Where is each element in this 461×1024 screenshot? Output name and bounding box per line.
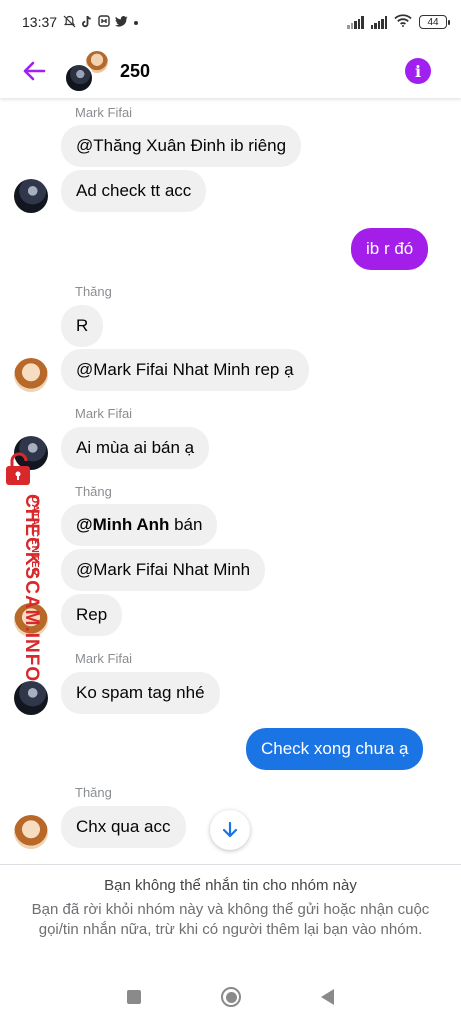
info-icon: i [414,61,422,81]
battery-icon: 44 [419,15,450,29]
status-right-icons: 44 [347,14,450,30]
sender-avatar[interactable] [14,603,48,637]
message-bubble[interactable]: Chx qua acc [61,806,186,848]
notice-title: Bạn không thể nhắn tin cho nhóm này [104,877,357,894]
system-back-button[interactable] [321,989,334,1005]
member-avatar [64,63,94,93]
system-nav-bar [0,970,461,1024]
status-left-icons [63,15,139,30]
status-bar: 13:37 44 [0,0,461,44]
message-bubble[interactable]: Ad check tt acc [61,170,207,212]
sender-avatar[interactable] [14,681,48,715]
scroll-to-bottom-button[interactable] [210,810,250,850]
chat-header: 250 i [0,44,461,98]
notice-description: Bạn đã rời khỏi nhóm này và không thể gử… [31,901,430,938]
message-bubble[interactable]: @Mark Fifai Nhat Minh [61,549,266,591]
arrow-down-icon [222,821,238,838]
signal-icon [347,15,364,29]
dot-icon [133,16,139,28]
sender-name: Mark Fifai [75,105,133,120]
mention[interactable]: @Minh Anh [76,515,169,535]
outgoing-message-bubble[interactable]: Check xong chưa ạ [246,728,424,770]
sender-avatar[interactable] [14,436,48,470]
message-bubble[interactable]: @Minh Anh bán [61,504,218,546]
message-bubble[interactable]: @Mark Fifai Nhat Minh rep ạ [61,349,309,391]
home-button[interactable] [221,987,241,1007]
group-name[interactable]: 250 [120,61,150,82]
signal-icon [370,15,387,29]
sender-avatar[interactable] [14,815,48,849]
sender-name: Mark Fifai [75,651,133,666]
info-button[interactable]: i [405,58,431,84]
message-bubble[interactable]: @Thăng Xuân Đinh ib riêng [61,125,302,167]
back-button[interactable] [14,51,54,91]
message-bubble[interactable]: Ai mùa ai bán ạ [61,427,210,469]
battery-level: 44 [427,16,439,28]
twitter-icon [115,15,128,29]
sender-name: Thăng [75,785,112,800]
message-bubble[interactable]: Rep [61,594,123,636]
arrow-left-icon [23,61,46,81]
message-text: bán [169,515,203,534]
bell-off-icon [63,15,76,30]
sender-avatar[interactable] [14,358,48,392]
group-avatar[interactable] [64,49,110,93]
outgoing-message-bubble[interactable]: ib r đó [351,228,429,270]
tiktok-icon [81,15,93,30]
wifi-icon [394,14,412,30]
sender-name: Thăng [75,484,112,499]
sender-name: Mark Fifai [75,406,133,421]
sender-avatar[interactable] [14,179,48,213]
message-bubble[interactable]: R [61,305,104,347]
sender-name: Thăng [75,284,112,299]
app-icon [98,15,110,29]
left-group-notice: Bạn không thể nhắn tin cho nhóm này Bạn … [0,865,461,970]
message-list[interactable]: Mark Fifai @Thăng Xuân Đinh ib riêng Ad … [0,98,461,864]
message-bubble[interactable]: Ko spam tag nhé [61,672,220,714]
recents-button[interactable] [127,990,141,1004]
status-time: 13:37 [22,14,58,30]
